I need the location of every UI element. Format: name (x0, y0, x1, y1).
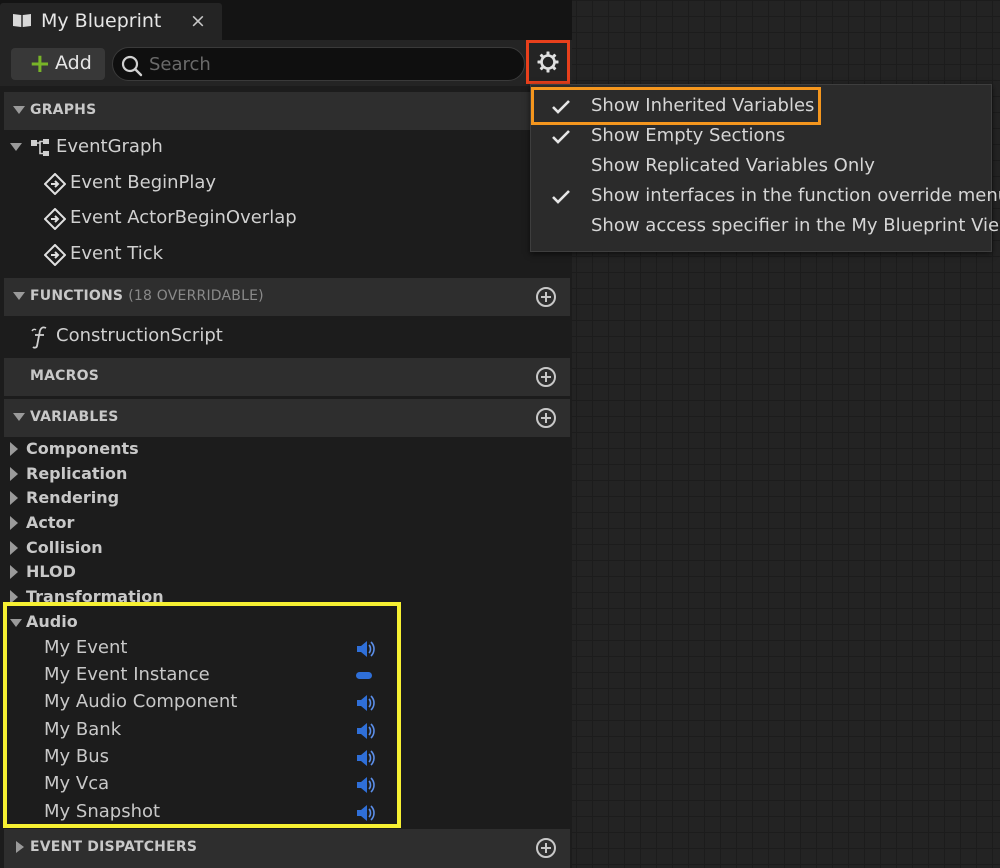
add-macro-icon[interactable] (536, 367, 556, 387)
event-icon (44, 244, 66, 266)
settings-dropdown-menu: Show Inherited Variables Show Empty Sect… (530, 84, 1000, 252)
add-function-icon[interactable] (536, 287, 556, 307)
menu-item-show-empty-sections[interactable]: Show Empty Sections (531, 121, 991, 151)
eventgraph-label: EventGraph (56, 136, 163, 157)
variable-category-label: Components (26, 439, 139, 458)
add-button-label: Add (55, 52, 92, 74)
section-macros-label: MACROS (30, 368, 100, 384)
section-variables[interactable]: VARIABLES (4, 399, 570, 437)
menu-item-label: Show interfaces in the function override… (591, 185, 1000, 206)
function-icon (31, 326, 47, 349)
gear-icon (537, 51, 559, 73)
graph-icon (31, 139, 49, 156)
expand-arrow-icon[interactable] (10, 442, 18, 456)
menu-item-label: Show Inherited Variables (591, 95, 815, 116)
variable-category[interactable]: Rendering (10, 487, 310, 511)
tab-title: My Blueprint (41, 10, 162, 32)
menu-item-label: Show access specifier in the My Blueprin… (591, 215, 1000, 236)
tree-item-event[interactable]: Event Tick (44, 240, 444, 270)
tree-item-event[interactable]: Event ActorBeginOverlap (44, 204, 444, 234)
menu-item-label: Show Empty Sections (591, 125, 786, 146)
check-icon (552, 100, 570, 114)
event-icon (44, 173, 66, 195)
tab-my-blueprint[interactable]: My Blueprint × (0, 3, 222, 40)
section-graphs[interactable]: GRAPHS (4, 92, 570, 130)
collapse-arrow-icon[interactable] (13, 413, 25, 421)
menu-item-show-access-specifier[interactable]: Show access specifier in the My Blueprin… (531, 211, 1000, 241)
add-button[interactable]: + Add (11, 48, 105, 80)
expand-arrow-icon[interactable] (16, 841, 24, 853)
expand-arrow-icon[interactable] (10, 516, 18, 530)
search-box[interactable] (112, 47, 525, 81)
close-icon[interactable]: × (190, 10, 206, 32)
my-blueprint-panel: My Blueprint × + Add Search GRAPHS Event… (0, 0, 572, 868)
search-input[interactable] (149, 52, 509, 76)
variable-category[interactable]: Collision (10, 537, 310, 561)
check-icon (552, 130, 570, 144)
audio-highlight-box (3, 602, 401, 828)
menu-item-show-interfaces-override[interactable]: Show interfaces in the function override… (531, 181, 1000, 211)
collapse-arrow-icon[interactable] (13, 292, 25, 300)
tab-bar: My Blueprint × (0, 0, 572, 40)
variable-category[interactable]: Actor (10, 512, 310, 536)
expand-arrow-icon[interactable] (10, 467, 18, 481)
section-event-dispatchers[interactable]: EVENT DISPATCHERS (4, 829, 570, 868)
tree-item-function[interactable]: ConstructionScript (30, 322, 430, 352)
plus-icon: + (29, 49, 51, 79)
variable-category[interactable]: Replication (10, 463, 310, 487)
event-label: Event BeginPlay (70, 172, 217, 193)
tree-item-event[interactable]: Event BeginPlay (44, 169, 444, 199)
expand-arrow-icon[interactable] (10, 565, 18, 579)
search-icon (121, 55, 143, 77)
collapse-arrow-icon[interactable] (10, 143, 22, 151)
variable-category[interactable]: HLOD (10, 561, 310, 585)
function-label: ConstructionScript (56, 325, 223, 346)
section-graphs-label: GRAPHS (30, 102, 97, 118)
variable-category-label: Rendering (26, 488, 120, 507)
event-label: Event ActorBeginOverlap (70, 207, 297, 228)
section-functions[interactable]: FUNCTIONS (18 OVERRIDABLE) (4, 278, 570, 316)
menu-item-label: Show Replicated Variables Only (591, 155, 875, 176)
expand-arrow-icon[interactable] (10, 541, 18, 555)
variable-category-label: Replication (26, 464, 128, 483)
check-icon (552, 190, 570, 204)
add-event-dispatcher-icon[interactable] (536, 838, 556, 858)
expand-arrow-icon[interactable] (10, 491, 18, 505)
settings-button[interactable] (526, 40, 570, 84)
add-variable-icon[interactable] (536, 408, 556, 428)
book-icon (13, 14, 31, 27)
section-event-dispatchers-label: EVENT DISPATCHERS (30, 839, 198, 855)
section-functions-label: FUNCTIONS (18 OVERRIDABLE) (30, 288, 264, 304)
variable-category[interactable]: Components (10, 438, 310, 462)
menu-item-show-replicated-variables-only[interactable]: Show Replicated Variables Only (531, 151, 991, 181)
variable-category-label: Actor (26, 513, 75, 532)
event-label: Event Tick (70, 243, 164, 264)
collapse-arrow-icon[interactable] (13, 106, 25, 114)
variable-category-label: HLOD (26, 562, 76, 581)
toolbar: + Add (0, 40, 572, 86)
event-icon (44, 208, 66, 230)
menu-item-show-inherited-variables[interactable]: Show Inherited Variables (531, 87, 991, 125)
section-functions-title: FUNCTIONS (30, 288, 124, 304)
section-macros[interactable]: MACROS (4, 358, 570, 396)
section-functions-count: (18 OVERRIDABLE) (128, 288, 264, 304)
tree-item-eventgraph[interactable]: EventGraph (8, 133, 548, 163)
variable-category-label: Collision (26, 538, 103, 557)
section-variables-label: VARIABLES (30, 409, 119, 425)
